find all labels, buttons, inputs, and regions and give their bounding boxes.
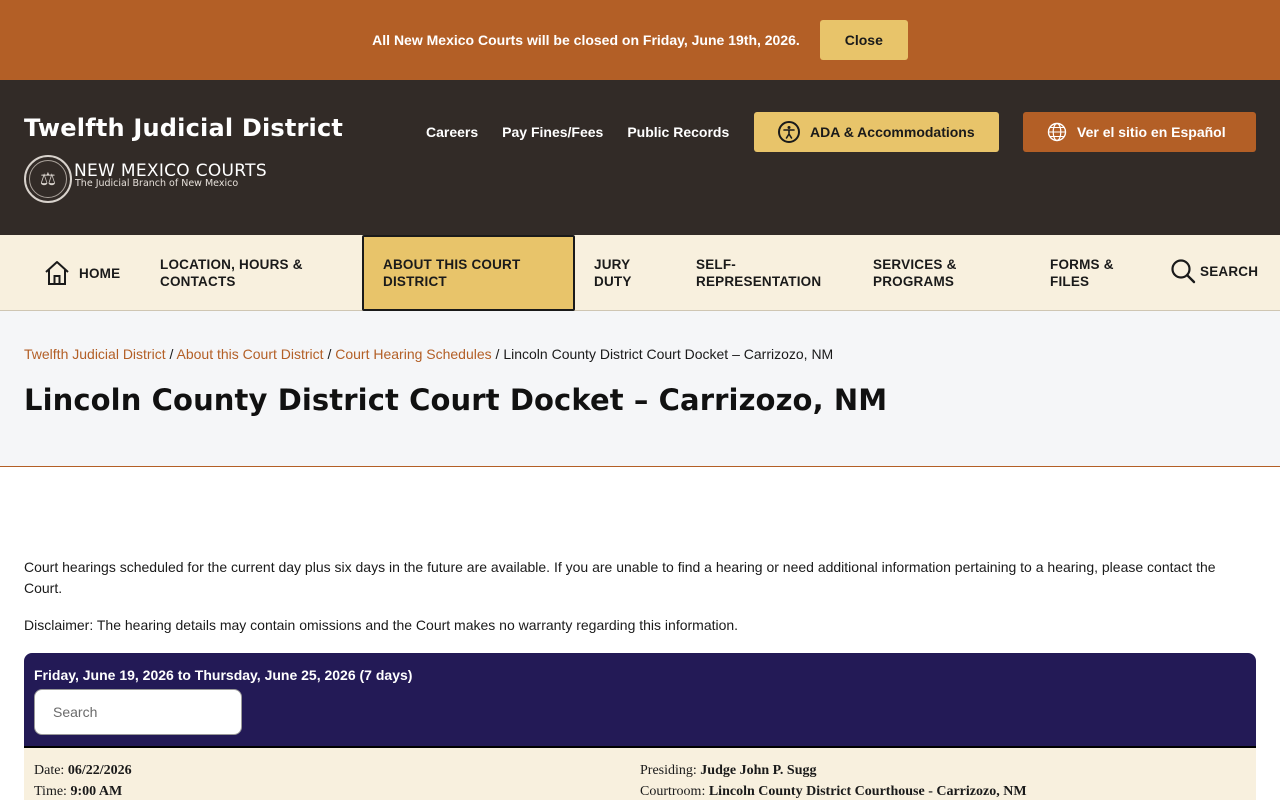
breadcrumb-schedules-link[interactable]: Court Hearing Schedules — [335, 346, 491, 362]
seal-figure-icon: ⚖ — [29, 160, 67, 198]
hearing-date: 06/22/2026 — [67, 763, 132, 778]
page-title: Lincoln County District Court Docket – C… — [24, 383, 888, 417]
nav-location-label-1: LOCATION, HOURS & — [160, 257, 303, 272]
breadcrumb-current: Lincoln County District Court Docket – C… — [503, 346, 834, 362]
nav-home-label: HOME — [79, 265, 121, 281]
page-header: Twelfth Judicial District / About this C… — [0, 311, 1280, 467]
nav-jury-label-1: JURY — [594, 257, 631, 272]
docket-header: Friday, June 19, 2026 to Thursday, June … — [24, 653, 1256, 748]
nav-home[interactable]: HOME — [43, 235, 120, 311]
docket-entry-left: Date: 06/22/2026 Time: 9:00 AM — [34, 760, 132, 800]
alert-close-button[interactable]: Close — [819, 20, 908, 60]
presiding-label: Presiding: — [640, 763, 697, 778]
nav-jury-label-2: DUTY — [594, 274, 632, 289]
pay-fines-link[interactable]: Pay Fines/Fees — [502, 124, 603, 140]
docket-entry: Date: 06/22/2026 Time: 9:00 AM Presiding… — [24, 748, 1256, 800]
brand-tagline: The Judicial Branch of New Mexico — [75, 178, 239, 189]
nav-services-programs[interactable]: SERVICES & PROGRAMS — [873, 235, 957, 311]
time-label: Time: — [34, 784, 67, 799]
disclaimer-paragraph: Disclaimer: The hearing details may cont… — [24, 617, 739, 633]
nav-location-label-2: CONTACTS — [160, 274, 236, 289]
nav-about-label-2: DISTRICT — [383, 274, 447, 289]
public-records-link[interactable]: Public Records — [627, 124, 729, 140]
hearing-time: 9:00 AM — [70, 784, 123, 799]
date-label: Date: — [34, 763, 65, 778]
nav-self-representation[interactable]: SELF- REPRESENTATION — [696, 235, 821, 311]
breadcrumb-about-link[interactable]: About this Court District — [177, 346, 324, 362]
nav-selfrep-label-1: SELF- — [696, 257, 736, 272]
nav-forms-label-1: FORMS & — [1050, 257, 1114, 272]
main-nav: HOME LOCATION, HOURS & CONTACTS ABOUT THI… — [0, 235, 1280, 311]
nav-selfrep-label-2: REPRESENTATION — [696, 274, 822, 289]
nav-search-label: SEARCH — [1200, 263, 1259, 279]
site-header: Twelfth Judicial District ⚖ NEW MEXICO C… — [0, 80, 1280, 235]
home-icon — [45, 261, 69, 285]
nav-search[interactable]: SEARCH — [1170, 233, 1258, 309]
nav-forms-label-2: FILES — [1050, 274, 1090, 289]
accessibility-icon — [778, 121, 800, 143]
spanish-label: Ver el sitio en Español — [1077, 124, 1226, 140]
courtroom-name: Lincoln County District Courthouse - Car… — [708, 784, 1027, 799]
breadcrumb-home-link[interactable]: Twelfth Judicial District — [24, 346, 166, 362]
docket-search-input[interactable] — [34, 689, 242, 735]
presiding-judge: Judge John P. Sugg — [700, 763, 817, 778]
courtroom-label: Courtroom: — [640, 784, 706, 799]
ada-label: ADA & Accommodations — [810, 124, 975, 140]
breadcrumb-separator: / — [323, 346, 336, 362]
careers-link[interactable]: Careers — [426, 124, 478, 140]
breadcrumb: Twelfth Judicial District / About this C… — [24, 346, 833, 362]
search-icon — [1171, 259, 1196, 284]
nav-about-this-court-district[interactable]: ABOUT THIS COURT DISTRICT — [362, 235, 575, 311]
alert-message: All New Mexico Courts will be closed on … — [372, 32, 800, 48]
nav-forms-files[interactable]: FORMS & FILES — [1050, 235, 1114, 311]
court-seal-logo[interactable]: ⚖ — [24, 155, 72, 203]
nav-location-hours-contacts[interactable]: LOCATION, HOURS & CONTACTS — [160, 235, 303, 311]
alert-banner: All New Mexico Courts will be closed on … — [0, 0, 1280, 80]
nav-jury-duty[interactable]: JURY DUTY — [594, 235, 632, 311]
spanish-site-button[interactable]: Ver el sitio en Español — [1023, 112, 1256, 152]
utility-nav: Careers Pay Fines/Fees Public Records — [426, 124, 729, 140]
globe-icon — [1047, 122, 1067, 142]
breadcrumb-separator: / — [491, 346, 504, 362]
ada-accommodations-button[interactable]: ADA & Accommodations — [754, 112, 999, 152]
nav-services-label-2: PROGRAMS — [873, 274, 955, 289]
nav-about-label-1: ABOUT THIS COURT — [383, 257, 521, 272]
site-title[interactable]: Twelfth Judicial District — [24, 114, 343, 142]
intro-paragraph: Court hearings scheduled for the current… — [24, 559, 1216, 596]
main-content: Court hearings scheduled for the current… — [0, 467, 1280, 800]
breadcrumb-separator: / — [165, 346, 177, 362]
nav-services-label-1: SERVICES & — [873, 257, 957, 272]
docket-entry-right: Presiding: Judge John P. Sugg Courtroom:… — [640, 760, 1027, 800]
docket-date-range: Friday, June 19, 2026 to Thursday, June … — [34, 667, 413, 683]
